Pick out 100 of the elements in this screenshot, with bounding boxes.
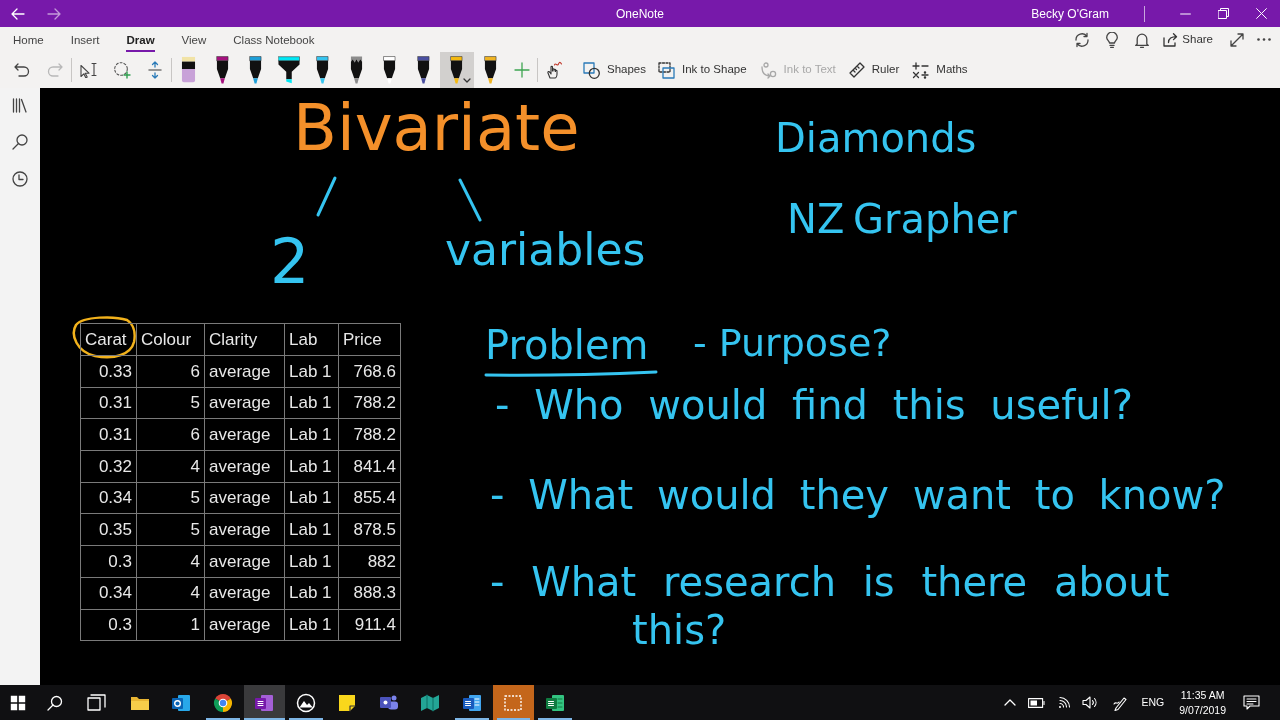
notebooks-icon[interactable] — [12, 97, 28, 113]
pen-icon — [249, 56, 263, 84]
table-cell: 4 — [136, 450, 205, 483]
table-cell: average — [204, 545, 285, 578]
ribbon-tab[interactable]: Insert — [70, 27, 100, 52]
notebook-app-icon — [254, 692, 275, 713]
sticky-note-icon — [337, 692, 358, 713]
ruler-button[interactable]: Ruler — [844, 55, 904, 85]
pen-icon — [483, 56, 497, 84]
lasso-plus-icon[interactable] — [112, 61, 131, 79]
lightbulb-icon[interactable] — [1106, 31, 1119, 48]
table-cell: average — [204, 513, 285, 546]
mountain-photo-icon — [295, 692, 316, 713]
text-convert-icon — [759, 61, 777, 79]
fullscreen-icon[interactable] — [1230, 32, 1244, 47]
table-cell: 788.2 — [338, 387, 401, 419]
wifi-icon[interactable] — [1057, 696, 1071, 709]
notifications-icon[interactable] — [1243, 695, 1260, 710]
folded-map-icon — [420, 692, 441, 713]
table-cell: 0.3 — [80, 545, 137, 578]
table-cell: Lab 1 — [284, 355, 339, 388]
pen-icon — [215, 56, 229, 84]
highlighter-icon — [278, 56, 301, 84]
pencil-icon — [349, 56, 363, 84]
search-icon[interactable] — [12, 134, 28, 150]
table-cell: Lab 1 — [284, 387, 339, 419]
sync-icon[interactable] — [1074, 31, 1091, 48]
more-icon[interactable] — [1257, 38, 1271, 41]
column-header: Carat — [80, 323, 137, 356]
ribbon-tab[interactable]: Class Notebook — [233, 27, 315, 52]
close-icon[interactable] — [1255, 8, 1267, 19]
pen-icon — [416, 56, 430, 84]
table-cell: average — [204, 355, 285, 388]
handwritten-text: Diamonds — [775, 118, 977, 158]
table-cell: 911.4 — [338, 609, 401, 641]
insert-space-icon[interactable] — [147, 61, 162, 79]
window-title: OneNote — [616, 5, 664, 23]
ink-to-shape-button[interactable]: Ink to Shape — [654, 55, 751, 85]
restore-icon[interactable] — [1217, 8, 1229, 19]
ribbon-tab[interactable]: Draw — [126, 27, 155, 52]
pen-icon — [316, 56, 330, 84]
handwritten-text: variables — [445, 228, 646, 272]
table-cell: 5 — [136, 513, 205, 546]
handwritten-text: this? — [632, 610, 727, 650]
task-view-icon[interactable] — [87, 694, 106, 711]
caret-icon — [462, 78, 471, 83]
input-language[interactable]: ENG — [1141, 694, 1165, 711]
show-hidden-icons-icon[interactable] — [1003, 699, 1016, 706]
ink-stroke — [458, 178, 482, 222]
table-cell: average — [204, 577, 285, 609]
battery-icon[interactable] — [1027, 697, 1045, 708]
column-header: Colour — [136, 323, 205, 356]
table-cell: 0.35 — [80, 513, 137, 546]
clock-time[interactable]: 11:35 AM — [1180, 687, 1225, 703]
math-symbols-icon — [912, 61, 930, 79]
table-cell: 878.5 — [338, 513, 401, 546]
back-arrow-icon[interactable] — [11, 7, 25, 20]
share-icon — [1163, 32, 1179, 47]
table-cell: 4 — [136, 545, 205, 578]
ribbon-tab[interactable]: View — [181, 27, 207, 52]
ribbon-tab[interactable]: Home — [13, 27, 44, 52]
table-cell: average — [204, 418, 285, 451]
table-cell: 5 — [136, 482, 205, 514]
shape-convert-icon — [658, 61, 675, 79]
user-name[interactable]: Becky O'Gram — [1031, 4, 1109, 23]
minimize-icon[interactable] — [1179, 12, 1191, 15]
table-cell: 841.4 — [338, 450, 401, 483]
start-icon[interactable] — [10, 694, 26, 711]
taskbar-button[interactable] — [492, 685, 534, 720]
table-cell: 4 — [136, 577, 205, 609]
browser-icon — [212, 692, 233, 713]
table-cell: average — [204, 450, 285, 483]
table-cell: 0.34 — [80, 482, 137, 514]
column-header: Price — [338, 323, 401, 356]
table-cell: 888.3 — [338, 577, 401, 609]
taskbar-button[interactable] — [243, 685, 285, 720]
table-cell: 0.33 — [80, 355, 137, 388]
shapes-button[interactable]: Shapes — [579, 55, 650, 85]
undo-icon[interactable] — [13, 63, 30, 77]
document-app-icon — [461, 692, 482, 713]
ruler-icon — [848, 62, 865, 78]
volume-icon[interactable] — [1081, 696, 1098, 709]
eraser-icon — [181, 56, 197, 84]
cursor-text-icon[interactable] — [79, 62, 98, 78]
table-cell: average — [204, 609, 285, 641]
table-cell: 0.3 — [80, 609, 137, 641]
table-cell: 855.4 — [338, 482, 401, 514]
search-icon[interactable] — [47, 694, 63, 711]
recent-clock-icon[interactable] — [12, 171, 28, 187]
table-cell: 788.2 — [338, 418, 401, 451]
handwritten-text: - Who would find this useful? — [495, 385, 1133, 425]
table-cell: 6 — [136, 418, 205, 451]
handwritten-text: Bivariate — [293, 96, 580, 160]
pen-button[interactable] — [440, 52, 474, 88]
mail-app-icon — [171, 692, 192, 713]
bell-icon[interactable] — [1135, 31, 1150, 48]
clock-date[interactable]: 9/07/2019 — [1179, 702, 1226, 718]
maths-button[interactable]: Maths — [908, 55, 972, 85]
table-cell: 0.31 — [80, 387, 137, 419]
share-button[interactable]: Share — [1159, 28, 1217, 51]
